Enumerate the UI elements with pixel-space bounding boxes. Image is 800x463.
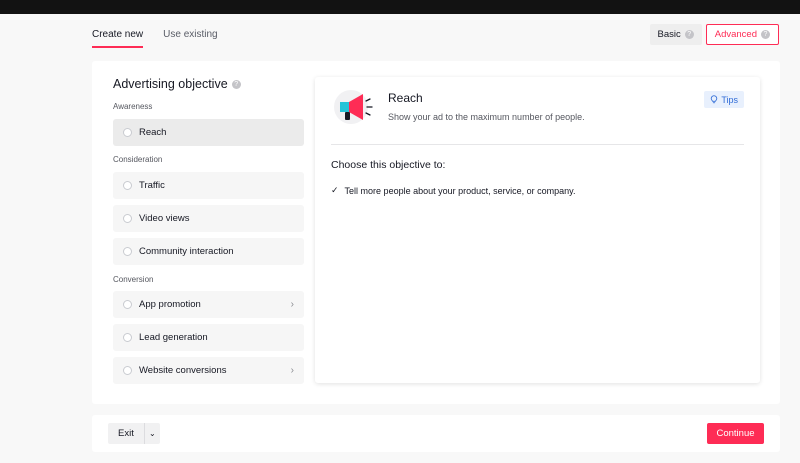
radio-icon — [123, 300, 132, 309]
advanced-mode-button[interactable]: Advanced ? — [705, 24, 779, 45]
section-consideration: Consideration — [113, 155, 163, 164]
exit-button[interactable]: Exit — [108, 423, 144, 444]
radio-icon — [123, 366, 132, 375]
radio-icon — [123, 333, 132, 342]
option-label: Lead generation — [139, 332, 208, 343]
check-icon: ✓ — [331, 185, 339, 195]
help-icon: ? — [684, 30, 694, 39]
lightbulb-icon — [711, 95, 718, 104]
objective-option-app-promotion[interactable]: App promotion › — [113, 291, 304, 318]
megaphone-icon — [334, 90, 373, 124]
footer-bar — [92, 415, 780, 452]
objective-title-text: Advertising objective — [113, 77, 228, 91]
tab-create-new[interactable]: Create new — [92, 29, 144, 48]
objective-option-video-views[interactable]: Video views — [113, 205, 304, 232]
continue-button[interactable]: Continue — [707, 423, 764, 444]
tips-button[interactable]: Tips — [704, 91, 744, 108]
detail-description: Show your ad to the maximum number of pe… — [388, 112, 585, 122]
chevron-right-icon: › — [290, 299, 294, 310]
basic-mode-label: Basic — [657, 29, 681, 40]
option-label: App promotion — [139, 299, 201, 310]
tab-use-existing[interactable]: Use existing — [163, 29, 217, 48]
objective-option-traffic[interactable]: Traffic — [113, 172, 304, 199]
benefit-item: ✓ Tell more people about your product, s… — [331, 185, 576, 196]
basic-mode-button[interactable]: Basic ? — [649, 24, 702, 45]
benefit-text: Tell more people about your product, ser… — [344, 185, 576, 196]
radio-icon — [123, 128, 132, 137]
creation-tabs: Create new Use existing — [92, 29, 218, 48]
top-bar — [0, 0, 800, 14]
option-label: Website conversions — [139, 365, 227, 376]
radio-icon — [123, 181, 132, 190]
option-label: Traffic — [139, 180, 165, 191]
choose-heading: Choose this objective to: — [331, 159, 446, 171]
option-label: Reach — [139, 127, 167, 138]
objective-option-reach[interactable]: Reach — [113, 119, 304, 146]
objective-option-lead-generation[interactable]: Lead generation — [113, 324, 304, 351]
mode-switch: Basic ? Advanced ? — [649, 24, 779, 45]
objective-option-community-interaction[interactable]: Community interaction — [113, 238, 304, 265]
objective-title: Advertising objective ? — [113, 77, 241, 91]
section-conversion: Conversion — [113, 275, 154, 284]
chevron-right-icon: › — [290, 365, 294, 376]
chevron-down-icon[interactable]: ⌄ — [143, 423, 160, 444]
objective-detail-card: Reach Show your ad to the maximum number… — [315, 77, 760, 383]
advanced-mode-label: Advanced — [714, 29, 757, 40]
radio-icon — [123, 214, 132, 223]
help-icon[interactable]: ? — [231, 79, 241, 89]
section-awareness: Awareness — [113, 102, 153, 111]
help-icon: ? — [761, 30, 770, 39]
option-label: Video views — [139, 213, 190, 224]
exit-button-group: Exit ⌄ — [108, 423, 160, 444]
tips-label: Tips — [721, 94, 738, 105]
objective-option-website-conversions[interactable]: Website conversions › — [113, 357, 304, 384]
detail-title: Reach — [388, 91, 423, 105]
detail-divider — [331, 144, 744, 145]
radio-icon — [123, 247, 132, 256]
option-label: Community interaction — [139, 246, 234, 257]
